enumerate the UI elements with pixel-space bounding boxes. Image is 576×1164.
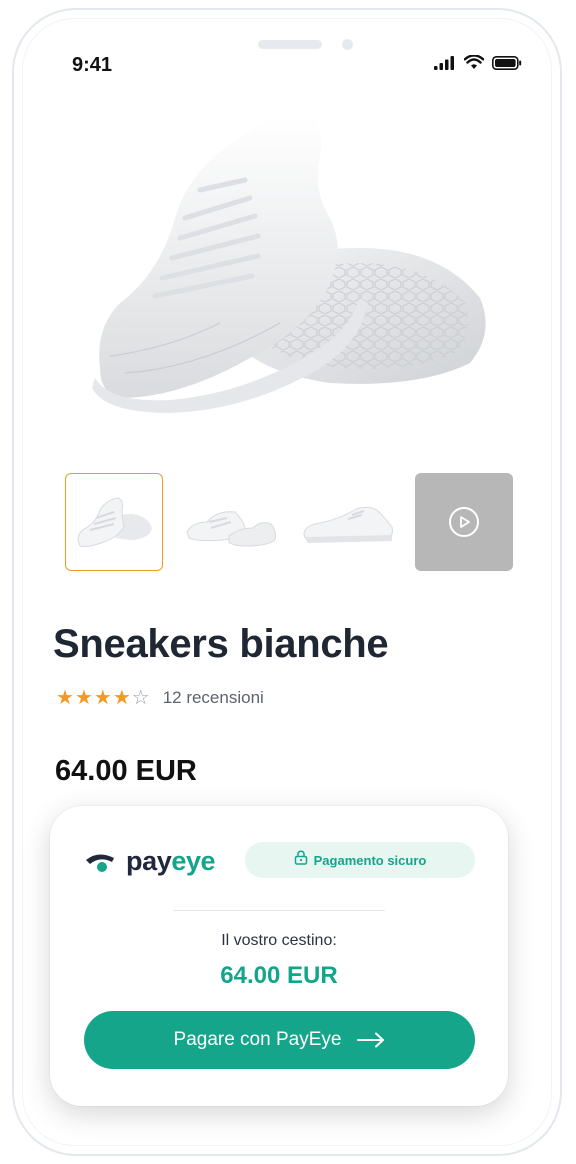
payeye-logo: payeye bbox=[84, 846, 216, 877]
status-time: 9:41 bbox=[72, 54, 113, 76]
signal-icon bbox=[434, 55, 456, 75]
secure-payment-badge: Pagamento sicuro bbox=[245, 842, 475, 878]
battery-icon bbox=[492, 55, 522, 75]
brand-eye: eye bbox=[171, 846, 216, 876]
product-main-image[interactable] bbox=[80, 98, 500, 428]
payeye-logo-icon bbox=[84, 850, 118, 874]
basket-amount: 64.00 EUR bbox=[220, 962, 338, 989]
payment-card: payeye Pagamento sicuro Il vostro cestin… bbox=[50, 806, 508, 1106]
thumbnail-1[interactable] bbox=[65, 473, 163, 571]
speaker-grille bbox=[258, 40, 322, 49]
star-icon: ★ bbox=[56, 687, 74, 709]
star-icon: ★ bbox=[74, 687, 93, 709]
brand-pay: pay bbox=[126, 846, 172, 876]
product-title: Sneakers bianche bbox=[53, 622, 389, 666]
arrow-right-icon bbox=[357, 1032, 385, 1048]
front-camera bbox=[342, 39, 353, 50]
thumbnail-2[interactable] bbox=[182, 473, 280, 571]
secure-payment-label: Pagamento sicuro bbox=[313, 852, 427, 868]
star-icon: ★ bbox=[93, 687, 112, 709]
divider bbox=[173, 910, 385, 911]
play-icon bbox=[449, 507, 479, 537]
star-icon: ★ bbox=[112, 687, 131, 709]
basket-label: Il vostro cestino: bbox=[221, 932, 337, 949]
lock-icon bbox=[294, 850, 308, 870]
status-icons bbox=[434, 54, 522, 76]
pay-button-label: Pagare con PayEye bbox=[173, 1029, 342, 1050]
pay-with-payeye-button[interactable]: Pagare con PayEye bbox=[84, 1011, 475, 1069]
status-bar: 9:41 bbox=[14, 10, 560, 100]
thumbnail-video[interactable] bbox=[415, 473, 513, 571]
product-price: 64.00 EUR bbox=[55, 755, 197, 787]
wifi-icon bbox=[463, 54, 485, 75]
review-count[interactable]: 12 recensioni bbox=[163, 688, 264, 708]
thumbnail-3[interactable] bbox=[299, 473, 397, 571]
product-rating[interactable]: ★ ★ ★ ★ ☆ 12 recensioni bbox=[56, 688, 264, 708]
thumbnail-strip bbox=[52, 473, 513, 573]
star-outline-icon: ☆ bbox=[131, 687, 150, 709]
